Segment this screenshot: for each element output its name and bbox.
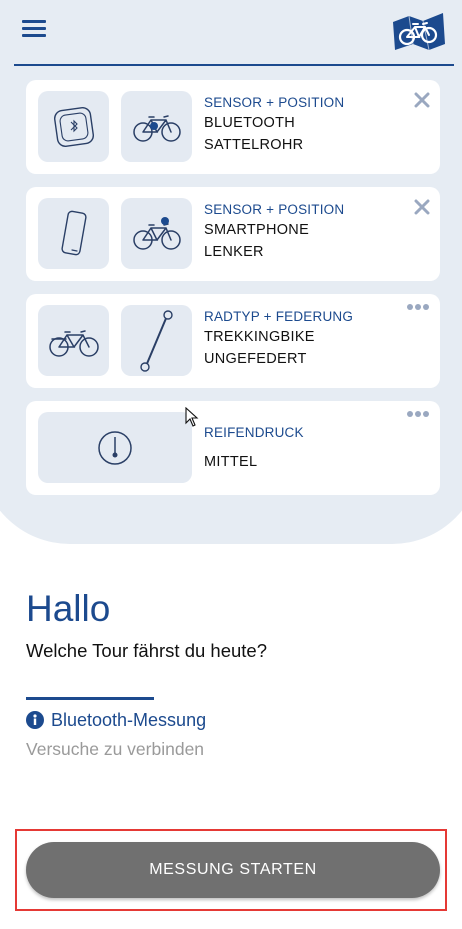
smartphone-icon	[60, 210, 87, 255]
mouse-cursor-icon	[185, 407, 199, 427]
status-title: Bluetooth-Messung	[51, 710, 207, 730]
sensor-card-1[interactable]: SENSOR + POSITION BLUETOOTH SATTELROHR	[26, 80, 440, 174]
card-category: REIFENDRUCK	[204, 425, 304, 440]
bike-seattube-tile[interactable]	[121, 91, 192, 162]
greeting-title: Hallo	[26, 588, 111, 629]
pressure-gauge-icon	[98, 430, 132, 465]
sensor-card-2[interactable]: SENSOR + POSITION SMARTPHONE LENKER	[26, 187, 440, 281]
tire-pressure-card[interactable]: REIFENDRUCK MITTEL	[26, 401, 440, 495]
hamburger-menu-icon[interactable]	[22, 18, 48, 40]
card-category: RADTYP + FEDERUNG	[204, 309, 354, 324]
card-category: SENSOR + POSITION	[204, 202, 345, 217]
suspension-tile[interactable]	[121, 305, 192, 376]
info-icon	[26, 711, 44, 729]
card-value-line2: LENKER	[204, 244, 264, 260]
card-value-line2: SATTELROHR	[204, 137, 304, 153]
card-value-line1: SMARTPHONE	[204, 222, 310, 238]
bluetooth-sensor-tile[interactable]	[38, 91, 109, 162]
greeting-question: Welche Tour fährst du heute?	[26, 640, 267, 661]
start-measurement-button[interactable]: MESSUNG STARTEN	[26, 842, 440, 898]
card-value-line2: UNGEFEDERT	[204, 351, 307, 367]
bike-handlebar-tile[interactable]	[121, 198, 192, 269]
close-icon[interactable]	[414, 92, 430, 108]
status-subtitle: Versuche zu verbinden	[26, 739, 205, 759]
app-header	[0, 0, 462, 66]
trekking-bike-tile[interactable]	[38, 305, 109, 376]
trekking-bike-icon	[48, 329, 99, 357]
card-value-line1: MITTEL	[204, 454, 258, 470]
biketype-card[interactable]: RADTYP + FEDERUNG TREKKINGBIKE UNGEFEDER…	[26, 294, 440, 388]
bike-handlebar-icon	[132, 216, 181, 250]
card-value-line1: TREKKINGBIKE	[204, 329, 315, 345]
close-icon[interactable]	[414, 199, 430, 215]
status-divider	[26, 697, 154, 700]
card-category: SENSOR + POSITION	[204, 95, 345, 110]
tire-pressure-tile[interactable]	[38, 412, 192, 483]
bike-map-logo-icon[interactable]	[389, 10, 447, 54]
rigid-fork-icon	[139, 309, 173, 372]
bike-seattube-icon	[132, 114, 181, 142]
more-dots-icon[interactable]	[406, 302, 430, 312]
smartphone-sensor-tile[interactable]	[38, 198, 109, 269]
more-dots-icon[interactable]	[406, 409, 430, 419]
bluetooth-sensor-icon	[53, 106, 94, 147]
card-value-line1: BLUETOOTH	[204, 115, 296, 131]
